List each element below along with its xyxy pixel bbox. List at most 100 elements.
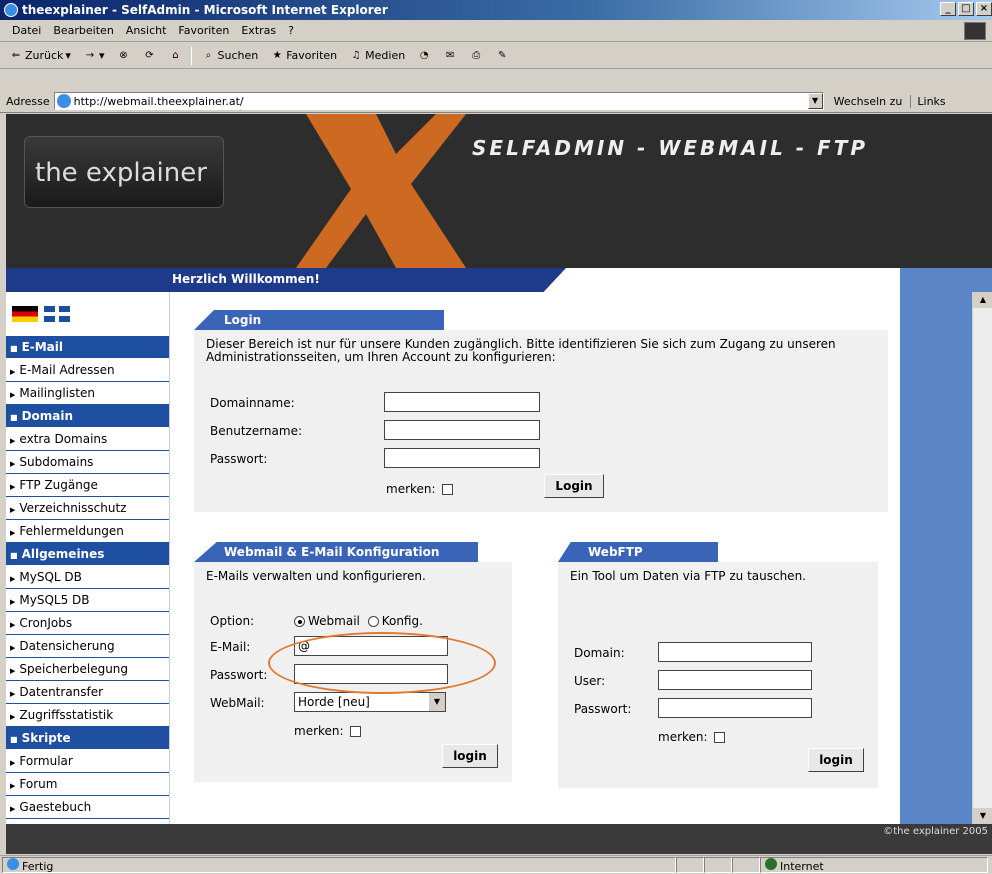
ftp-login-button[interactable]: login [808, 748, 864, 772]
menu-bearbeiten[interactable]: Bearbeiten [47, 24, 119, 37]
media-icon: ♫ [351, 49, 361, 61]
nav-item[interactable]: E-Mail Adressen [6, 359, 169, 382]
login-button[interactable]: Login [544, 474, 604, 498]
login-tab: Login [194, 310, 444, 330]
status-panel-1 [676, 857, 704, 873]
right-accent-column [900, 292, 972, 824]
german-flag-icon[interactable] [12, 306, 38, 322]
sidebar-nav: E-MailE-Mail AdressenMailinglistenDomain… [6, 336, 169, 842]
page-scrollbar[interactable]: ▲ ▼ [972, 292, 992, 824]
menu-datei[interactable]: Datei [6, 24, 47, 37]
refresh-button[interactable]: ⟳ [139, 48, 159, 64]
highlight-annotation [268, 632, 496, 694]
nav-item[interactable]: Datentransfer [6, 681, 169, 704]
site-slogan: SELFADMIN - WEBMAIL - FTP [472, 136, 869, 160]
webftp-tab: WebFTP [558, 542, 718, 562]
ftp-user-input[interactable] [658, 670, 812, 690]
nav-item[interactable]: Subdomains [6, 451, 169, 474]
nav-item[interactable]: MySQL5 DB [6, 589, 169, 612]
back-dropdown-icon: ▾ [65, 49, 71, 62]
ftp-remember-checkbox[interactable] [713, 732, 725, 743]
forward-button[interactable]: → ▾ [80, 48, 108, 64]
language-flags [6, 292, 169, 336]
internet-zone-icon [765, 858, 777, 870]
links-button[interactable]: Links [910, 94, 946, 108]
address-input[interactable]: http://webmail.theexplainer.at/ ▼ [53, 92, 824, 110]
nav-item[interactable]: Speicherbelegung [6, 658, 169, 681]
ftp-remember-label: merken: [658, 730, 708, 744]
favorites-button[interactable]: ★ Favoriten [267, 48, 340, 64]
webmail-radio[interactable] [294, 616, 305, 627]
nav-item[interactable]: Mailinglisten [6, 382, 169, 405]
nav-item[interactable]: extra Domains [6, 428, 169, 451]
english-flag-icon[interactable] [44, 306, 70, 322]
menu-extras[interactable]: Extras [235, 24, 282, 37]
address-url: http://webmail.theexplainer.at/ [73, 94, 244, 108]
ftp-password-input[interactable] [658, 698, 812, 718]
remember-row: merken: [386, 482, 453, 496]
password-input[interactable] [384, 448, 540, 468]
nav-item[interactable]: Formular [6, 750, 169, 773]
edit-button[interactable]: ✎ [492, 48, 512, 64]
history-button[interactable]: ◔ [414, 48, 434, 64]
remember-checkbox[interactable] [441, 484, 453, 495]
home-icon: ⌂ [172, 49, 179, 61]
print-button[interactable]: ⎙ [466, 48, 486, 64]
window-title: theexplainer - SelfAdmin - Microsoft Int… [22, 3, 388, 17]
minimize-button[interactable]: _ [940, 2, 956, 16]
konfig-radio[interactable] [367, 616, 379, 627]
domain-input[interactable] [384, 392, 540, 412]
welcome-bar: Herzlich Willkommen! [6, 268, 992, 292]
status-zone: Internet [760, 857, 988, 873]
nav-item[interactable]: Gaestebuch [6, 796, 169, 819]
nav-item[interactable]: Verzeichnisschutz [6, 497, 169, 520]
nav-item[interactable]: MySQL DB [6, 566, 169, 589]
menu-favoriten[interactable]: Favoriten [172, 24, 235, 37]
remember-label: merken: [386, 482, 436, 496]
close-button[interactable]: × [976, 2, 992, 16]
mail-icon: ✉ [445, 49, 455, 61]
maximize-button[interactable]: □ [958, 2, 974, 16]
address-bar: Adresse http://webmail.theexplainer.at/ … [0, 90, 992, 113]
go-button[interactable]: Wechseln zu [834, 95, 903, 108]
menu-help[interactable]: ? [282, 24, 300, 37]
menu-ansicht[interactable]: Ansicht [120, 24, 173, 37]
window-titlebar: theexplainer - SelfAdmin - Microsoft Int… [0, 0, 992, 20]
webmail-login-button[interactable]: login [442, 744, 498, 768]
webmail-remember-row: merken: [294, 724, 361, 738]
domain-label: Domainname: [210, 396, 295, 410]
x-logo-graphic [296, 114, 466, 268]
nav-item[interactable]: Datensicherung [6, 635, 169, 658]
nav-item[interactable]: CronJobs [6, 612, 169, 635]
home-button[interactable]: ⌂ [165, 48, 185, 64]
media-button[interactable]: ♫ Medien [346, 48, 408, 64]
nav-item[interactable]: Zugriffsstatistik [6, 704, 169, 727]
select-dropdown-icon[interactable]: ▼ [429, 693, 445, 711]
mail-button[interactable]: ✉ [440, 48, 460, 64]
webmail-remember-checkbox[interactable] [349, 726, 361, 737]
forward-dropdown-icon: ▾ [98, 49, 105, 62]
scroll-up-icon[interactable]: ▲ [973, 292, 992, 308]
back-arrow-icon: ⇐ [11, 49, 21, 61]
scroll-down-icon[interactable]: ▼ [973, 808, 992, 824]
favorites-icon: ★ [272, 49, 282, 61]
nav-item[interactable]: FTP Zugänge [6, 474, 169, 497]
password-label: Passwort: [210, 452, 268, 466]
search-label: Suchen [217, 49, 259, 62]
address-label: Adresse [6, 94, 50, 108]
webmail-client-label: WebMail: [210, 696, 265, 710]
page-icon [56, 94, 71, 108]
search-button[interactable]: ⌕ Suchen [198, 48, 261, 64]
nav-item[interactable]: Fehlermeldungen [6, 520, 169, 543]
email-label: E-Mail: [210, 640, 251, 654]
webmail-client-select[interactable]: Horde [neu] ▼ [294, 692, 446, 712]
username-label: Benutzername: [210, 424, 303, 438]
nav-item[interactable]: Forum [6, 773, 169, 796]
stop-button[interactable]: ⊗ [113, 48, 133, 64]
back-button[interactable]: ⇐ Zurück ▾ [6, 48, 74, 64]
forward-arrow-icon: → [85, 49, 95, 61]
ftp-domain-input[interactable] [658, 642, 812, 662]
site-header: the explainer SELFADMIN - WEBMAIL - FTP [6, 114, 992, 268]
username-input[interactable] [384, 420, 540, 440]
address-dropdown-icon[interactable]: ▼ [807, 93, 823, 109]
